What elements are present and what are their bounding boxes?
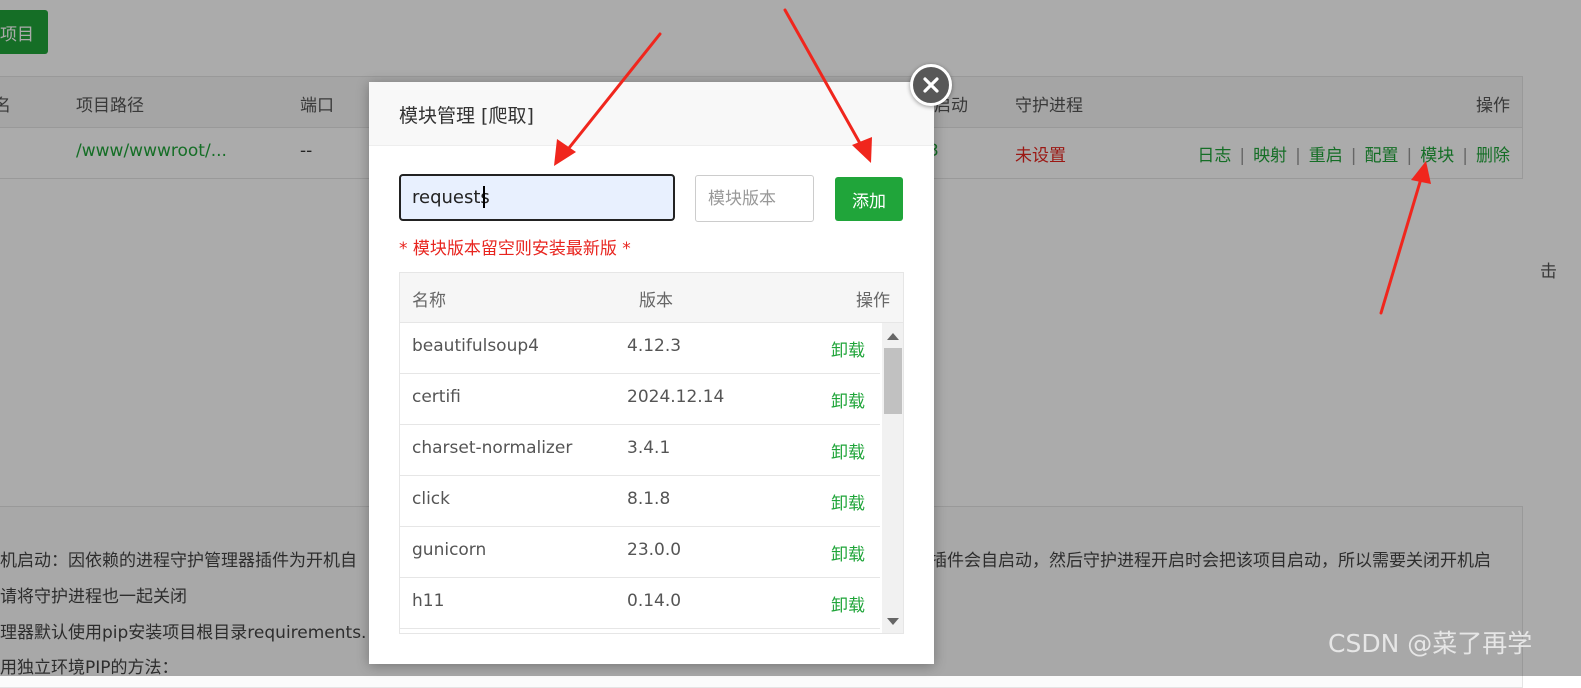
csdn-watermark: CSDN @菜了再学	[1328, 629, 1533, 658]
arrow-to-module-link-icon	[1379, 170, 1425, 315]
arrowhead-icon	[1411, 161, 1431, 184]
arrow-to-add-button-icon	[783, 8, 868, 156]
arrow-to-name-input-icon	[559, 32, 662, 160]
annotation-arrows	[554, 8, 1431, 315]
arrowhead-icon	[852, 137, 872, 163]
